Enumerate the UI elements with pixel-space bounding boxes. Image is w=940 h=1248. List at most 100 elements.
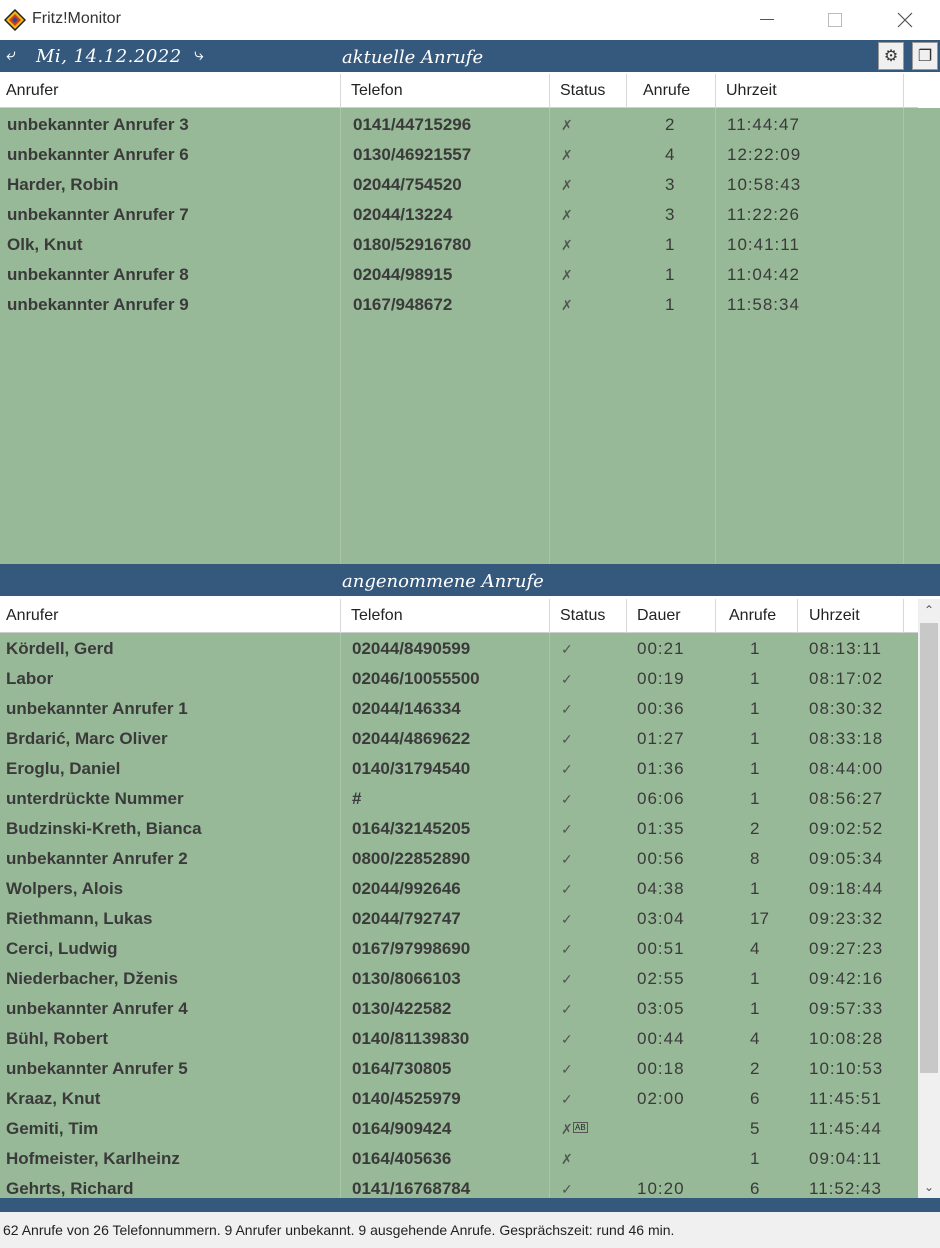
phone-cell: 0130/422582 — [352, 999, 452, 1018]
col-header-phone[interactable]: Telefon — [351, 82, 403, 100]
accepted-calls-header: Anrufer Telefon Status Dauer Anrufe Uhrz… — [0, 599, 918, 633]
answering-machine-badge: AB — [573, 1122, 588, 1133]
status-cell: ✓ — [561, 671, 573, 687]
col-header-status[interactable]: Status — [560, 607, 605, 625]
table-row[interactable]: unbekannter Anrufer 1 02044/146334 ✓ 00:36 1… — [0, 693, 918, 723]
status-cell: ✗ — [561, 297, 573, 313]
caller-cell: Olk, Knut — [7, 235, 83, 254]
scroll-thumb[interactable] — [920, 623, 938, 1073]
scroll-up-icon[interactable]: ⌃ — [918, 599, 940, 621]
col-header-time[interactable]: Uhrzeit — [726, 82, 777, 100]
table-row[interactable]: unbekannter Anrufer 2 0800/22852890 ✓ 00:56… — [0, 843, 918, 873]
table-row[interactable]: Cerci, Ludwig 0167/97998690 ✓ 00:51 4 09:27:2… — [0, 933, 918, 963]
minimize-button[interactable] — [744, 0, 790, 40]
count-cell: 2 — [750, 1059, 760, 1078]
close-button[interactable] — [882, 0, 928, 40]
table-row[interactable]: Gehrts, Richard 0141/16768784 ✓ 10:20 6 11:52… — [0, 1173, 918, 1198]
table-row[interactable]: unterdrückte Nummer # ✓ 06:06 1 08:56:27 — [0, 783, 918, 813]
current-calls-header: Anrufer Telefon Status Anrufe Uhrzeit — [0, 74, 918, 108]
count-cell: 2 — [665, 115, 675, 134]
count-cell: 1 — [750, 669, 760, 688]
col-header-count[interactable]: Anrufe — [729, 607, 776, 625]
time-cell: 08:44:00 — [809, 759, 884, 778]
caller-cell: Kördell, Gerd — [6, 639, 114, 658]
table-row[interactable]: unbekannter Anrufer 7 02044/13224 ✗ 3 11:22:… — [0, 199, 940, 229]
phone-cell: 02046/10055500 — [352, 669, 480, 688]
status-text: 62 Anrufe von 26 Telefonnummern. 9 Anruf… — [3, 1222, 675, 1238]
caller-cell: Cerci, Ludwig — [6, 939, 118, 958]
col-header-caller[interactable]: Anrufer — [6, 607, 58, 625]
table-row[interactable]: unbekannter Anrufer 5 0164/730805 ✓ 00:18 2 1… — [0, 1053, 918, 1083]
phone-cell: 0164/730805 — [352, 1059, 452, 1078]
table-row[interactable]: unbekannter Anrufer 4 0130/422582 ✓ 03:05 1 0… — [0, 993, 918, 1023]
scroll-down-icon[interactable]: ⌄ — [918, 1176, 940, 1198]
status-cell: ✓ — [561, 1001, 573, 1017]
duration-cell: 02:55 — [637, 969, 685, 988]
count-cell: 2 — [750, 819, 760, 838]
duration-cell: 01:35 — [637, 819, 685, 838]
table-row[interactable]: Olk, Knut 0180/52916780 ✗ 1 10:41:11 — [0, 229, 940, 259]
table-row[interactable]: Bühl, Robert 0140/81139830 ✓ 00:44 4 10:08:28 — [0, 1023, 918, 1053]
duration-cell: 10:20 — [637, 1179, 685, 1198]
table-row[interactable]: Labor 02046/10055500 ✓ 00:19 1 08:17:02 — [0, 663, 918, 693]
status-cell: ✓ — [561, 881, 573, 897]
table-row[interactable]: Kördell, Gerd 02044/8490599 ✓ 00:21 1 08:13:1… — [0, 633, 918, 663]
status-cell: ✓ — [561, 731, 573, 747]
time-cell: 09:04:11 — [809, 1149, 882, 1168]
time-cell: 10:58:43 — [727, 175, 802, 194]
duration-cell: 04:38 — [637, 879, 685, 898]
duration-cell: 00:19 — [637, 669, 685, 688]
phone-cell: 0140/31794540 — [352, 759, 471, 778]
phone-cell: 0141/44715296 — [353, 115, 472, 134]
time-cell: 09:18:44 — [809, 879, 884, 898]
col-header-phone[interactable]: Telefon — [351, 607, 403, 625]
time-cell: 11:45:51 — [809, 1089, 882, 1108]
time-cell: 09:23:32 — [809, 909, 884, 928]
arrow-right-icon[interactable]: ⤷ — [194, 45, 204, 65]
time-cell: 08:13:11 — [809, 639, 882, 658]
table-row[interactable]: Brdarić, Marc Oliver 02044/4869622 ✓ 01:27 1… — [0, 723, 918, 753]
col-header-time[interactable]: Uhrzeit — [809, 607, 860, 625]
col-header-caller[interactable]: Anrufer — [6, 82, 58, 100]
table-row[interactable]: Niederbacher, Dženis 0130/8066103 ✓ 02:55 1 0… — [0, 963, 918, 993]
col-header-duration[interactable]: Dauer — [637, 607, 681, 625]
table-row[interactable]: Gemiti, Tim 0164/909424 ✗ AB 5 11:45:44 — [0, 1113, 918, 1143]
phone-cell: 02044/992646 — [352, 879, 461, 898]
col-header-status[interactable]: Status — [560, 82, 605, 100]
table-row[interactable]: Riethmann, Lukas 02044/792747 ✓ 03:04 17 09:2… — [0, 903, 918, 933]
time-cell: 10:41:11 — [727, 235, 800, 254]
caller-cell: Labor — [6, 669, 54, 688]
status-cell: ✓ — [561, 761, 573, 777]
table-row[interactable]: Wolpers, Alois 02044/992646 ✓ 04:38 1 09:18:4… — [0, 873, 918, 903]
caller-cell: unterdrückte Nummer — [6, 789, 184, 808]
time-cell: 11:58:34 — [727, 295, 800, 314]
caller-cell: unbekannter Anrufer 9 — [7, 295, 189, 314]
time-cell: 11:52:43 — [809, 1179, 882, 1198]
table-row[interactable]: unbekannter Anrufer 8 02044/98915 ✗ 1 11:04:… — [0, 259, 940, 289]
status-cell: ✗ — [561, 177, 573, 193]
table-row[interactable]: Budzinski-Kreth, Bianca 0164/32145205 ✓ 01:… — [0, 813, 918, 843]
gear-icon: ⚙ — [883, 48, 899, 65]
duration-cell: 02:00 — [637, 1089, 685, 1108]
table-row[interactable]: Hofmeister, Karlheinz 0164/405636 ✗ 1 09:04:… — [0, 1143, 918, 1173]
accepted-calls-scrollbar[interactable]: ⌃ ⌄ — [918, 599, 940, 1198]
col-header-count[interactable]: Anrufe — [643, 82, 690, 100]
maximize-button[interactable] — [812, 0, 858, 40]
settings-button[interactable]: ⚙ — [878, 42, 904, 70]
duration-cell: 03:04 — [637, 909, 685, 928]
table-row[interactable]: Kraaz, Knut 0140/4525979 ✓ 02:00 6 11:45:51 — [0, 1083, 918, 1113]
window-button[interactable]: ❐ — [912, 42, 938, 70]
status-cell: ✓ — [561, 701, 573, 717]
duration-cell: 00:44 — [637, 1029, 685, 1048]
table-row[interactable]: unbekannter Anrufer 9 0167/948672 ✗ 1 11:58:… — [0, 289, 940, 319]
phone-cell: 02044/98915 — [353, 265, 453, 284]
caller-cell: Wolpers, Alois — [6, 879, 124, 898]
table-row[interactable]: unbekannter Anrufer 6 0130/46921557 ✗ 4 12:2… — [0, 139, 940, 169]
status-cell: ✓ — [561, 791, 573, 807]
table-row[interactable]: Harder, Robin 02044/754520 ✗ 3 10:58:43 — [0, 169, 940, 199]
status-cell: ✓ — [561, 851, 573, 867]
arrow-left-icon[interactable]: ⤶ — [6, 45, 16, 65]
table-row[interactable]: Eroglu, Daniel 0140/31794540 ✓ 01:36 1 08:44:… — [0, 753, 918, 783]
time-cell: 09:02:52 — [809, 819, 884, 838]
table-row[interactable]: unbekannter Anrufer 3 0141/44715296 ✗ 2 11:4… — [0, 109, 940, 139]
